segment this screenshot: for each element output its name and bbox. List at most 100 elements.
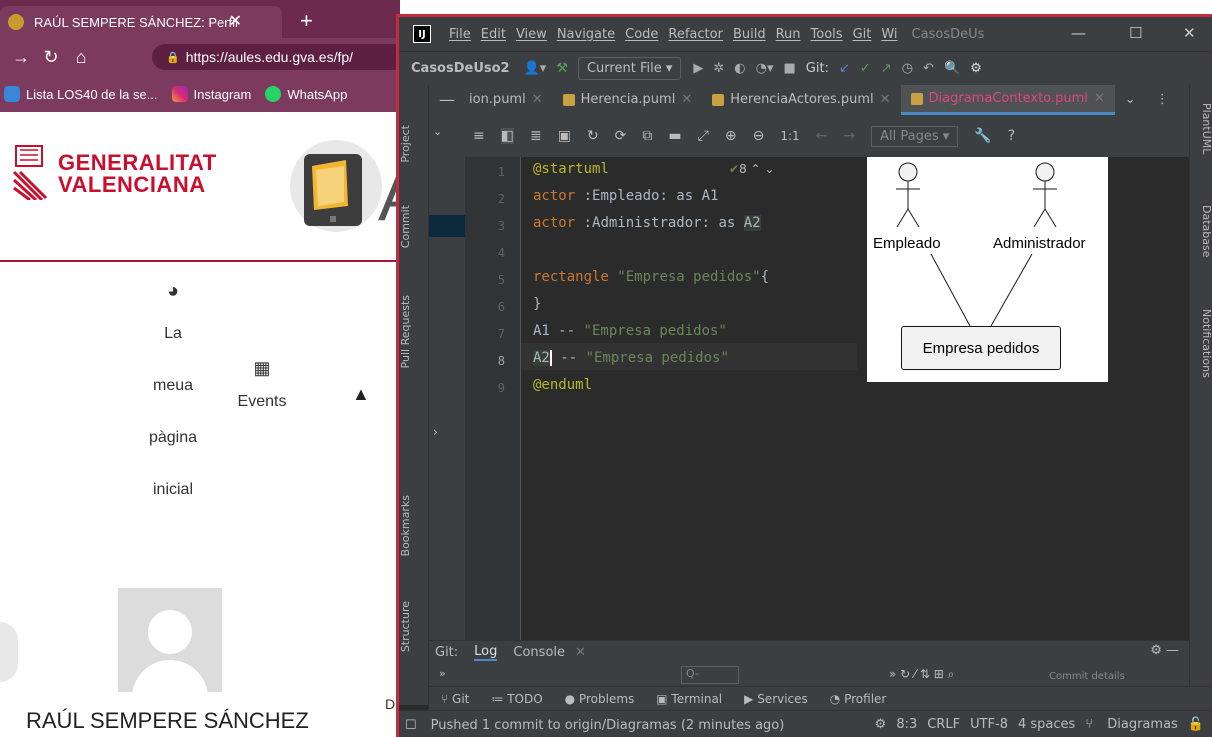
run-icon[interactable]: ▶ <box>693 61 703 76</box>
code-editor[interactable]: @startuml actor :Empleado: as A1 actor :… <box>521 157 857 640</box>
tab-close-icon[interactable]: ✕ <box>880 85 891 115</box>
console-close-icon[interactable]: ✕ <box>575 645 586 660</box>
zoom-in-icon[interactable]: ⊕ <box>725 128 737 144</box>
tool-window-structure[interactable]: Structure <box>399 601 429 652</box>
menu-window[interactable]: Wi <box>881 27 897 42</box>
forward-icon[interactable]: → <box>6 47 36 68</box>
tab-ion-puml[interactable]: ion.puml ✕ <box>459 85 553 115</box>
bookmark-item[interactable]: Lista LOS40 de la se... <box>4 86 158 102</box>
tab-more-icon[interactable]: ⋮ <box>1146 85 1179 115</box>
tool-tab-services[interactable]: ▶ Services <box>744 692 808 706</box>
project-breadcrumb[interactable]: CasosDeUso2 <box>411 61 510 76</box>
coverage-icon[interactable]: ◐ <box>734 61 745 76</box>
bookmark-item[interactable]: WhatsApp <box>265 86 347 102</box>
git-push-icon[interactable]: ↗ <box>881 61 892 76</box>
generalitat-logo[interactable]: GENERALITAT VALENCIANA <box>12 140 217 202</box>
expand-double-chevron-icon[interactable]: » <box>439 667 446 680</box>
menu-refactor[interactable]: Refactor <box>668 27 723 42</box>
tool-window-bookmarks[interactable]: Bookmarks <box>399 495 429 556</box>
indent-setting[interactable]: 4 spaces <box>1018 717 1075 732</box>
menu-navigate[interactable]: Navigate <box>557 27 615 42</box>
stop-icon[interactable]: ■ <box>784 61 796 76</box>
close-tab-icon[interactable]: ✕ <box>229 11 242 31</box>
inspection-widget[interactable]: ✔8 ⌃ ⌄ <box>729 162 774 176</box>
pages-select[interactable]: All Pages ▾ <box>871 125 959 147</box>
tab-close-icon[interactable]: ✕ <box>532 85 543 115</box>
tab-console[interactable]: Console <box>513 645 565 660</box>
tool-window-commit[interactable]: Commit <box>399 205 429 248</box>
tool-tab-git[interactable]: ⑂ Git <box>441 692 469 706</box>
menu-view[interactable]: View <box>516 27 547 42</box>
profile-icon[interactable]: ◔▾ <box>756 61 774 76</box>
next-page-icon[interactable]: → <box>843 128 855 144</box>
file-encoding[interactable]: UTF-8 <box>970 717 1008 732</box>
tool-tab-terminal[interactable]: ▣ Terminal <box>656 692 722 706</box>
aules-logo[interactable] <box>286 136 386 236</box>
copy-icon[interactable]: ⧉ <box>642 128 652 144</box>
menu-build[interactable]: Build <box>733 27 766 42</box>
git-branch[interactable]: ⑂ Diagramas <box>1085 717 1178 732</box>
expand-chevron-icon[interactable]: ⌄ <box>433 125 442 138</box>
tool-tab-problems[interactable]: ● Problems <box>565 692 635 706</box>
menu-run[interactable]: Run <box>776 27 801 42</box>
tool-window-database[interactable]: Database <box>1190 205 1212 258</box>
close-window-icon[interactable]: ✕ <box>1183 24 1196 42</box>
build-hammer-icon[interactable]: ⚒ <box>556 61 568 76</box>
search-everywhere-icon[interactable]: 🔍 <box>944 61 960 76</box>
settings-gear-icon[interactable]: ⚙ <box>970 61 982 76</box>
tab-herencia-puml[interactable]: Herencia.puml ✕ <box>553 85 703 115</box>
menu-file[interactable]: File <box>449 27 471 42</box>
layout-split-icon[interactable]: ◧ <box>500 128 514 144</box>
git-rollback-icon[interactable]: ↶ <box>923 61 934 76</box>
maximize-icon[interactable]: ☐ <box>1129 24 1142 42</box>
tool-tab-todo[interactable]: ≔ TODO <box>491 692 542 706</box>
layout-editor-only-icon[interactable]: ≡ <box>473 128 485 144</box>
address-bar[interactable]: 🔒 https://aules.edu.gva.es/fp/ <box>152 44 412 70</box>
new-tab-icon[interactable]: + <box>300 8 313 34</box>
git-update-icon[interactable]: ↙ <box>839 61 850 76</box>
notifications-bell-icon[interactable]: ▲ <box>352 384 370 405</box>
minimize-icon[interactable]: — <box>1071 24 1086 42</box>
tab-close-icon[interactable]: ✕ <box>681 85 692 115</box>
zoom-out-icon[interactable]: ⊖ <box>753 128 765 144</box>
reload-icon[interactable]: ⟳ <box>615 128 627 144</box>
menu-edit[interactable]: Edit <box>481 27 506 42</box>
user-icon[interactable]: 👤▾ <box>524 61 547 76</box>
layout-preview-icon[interactable]: ≣ <box>530 128 542 144</box>
bookmark-item[interactable]: Instagram <box>171 86 251 102</box>
tab-diagrama-contexto-puml[interactable]: DiagramaContexto.puml ✕ <box>900 85 1115 115</box>
zoom-actual-size[interactable]: 1:1 <box>780 129 799 143</box>
tab-herencia-actores-puml[interactable]: HerenciaActores.puml ✕ <box>702 85 900 115</box>
lock-status-icon[interactable]: 🔓 <box>1188 717 1204 732</box>
tab-list-chevron-icon[interactable]: ⌄ <box>1115 85 1146 115</box>
run-config-select[interactable]: Current File ▾ <box>577 57 682 80</box>
menu-git[interactable]: Git <box>853 27 872 42</box>
debug-icon[interactable]: ✲ <box>713 61 724 76</box>
expand-arrow-icon[interactable]: › <box>433 425 438 439</box>
git-commit-icon[interactable]: ✓ <box>860 61 871 76</box>
line-separator[interactable]: CRLF <box>927 717 960 732</box>
collapse-icon[interactable]: — <box>429 85 459 115</box>
tool-window-notifications[interactable]: Notifications <box>1190 309 1212 378</box>
caret-position[interactable]: 8:3 <box>896 717 917 732</box>
menu-tools[interactable]: Tools <box>811 27 843 42</box>
log-toolbar-icons[interactable]: » ↻ ⁄ ⇅ ⊞ ⌕ <box>889 667 954 682</box>
tool-window-project[interactable]: Project <box>399 125 429 163</box>
tool-window-pull-requests[interactable]: Pull Requests <box>399 295 429 368</box>
git-history-icon[interactable]: ◷ <box>902 61 913 76</box>
menu-code[interactable]: Code <box>625 27 658 42</box>
reload-icon[interactable]: ↻ <box>36 47 66 68</box>
open-external-icon[interactable]: ⤢ <box>698 128 709 144</box>
browser-tab[interactable]: RAÚL SEMPERE SÁNCHEZ: Perfil ✕ <box>0 6 282 38</box>
tab-log[interactable]: Log <box>474 644 498 661</box>
home-icon[interactable]: ⌂ <box>66 47 96 68</box>
tool-tab-profiler[interactable]: ◔ Profiler <box>830 692 887 706</box>
save-icon[interactable]: ▬ <box>668 128 681 144</box>
image-icon[interactable]: ▣ <box>558 128 571 144</box>
tool-window-plantuml[interactable]: PlantUML <box>1190 103 1212 154</box>
avatar[interactable] <box>118 588 222 692</box>
nav-home[interactable]: ◕ La meua pàgina inicial <box>140 280 206 516</box>
status-message[interactable]: Pushed 1 commit to origin/Diagramas (2 m… <box>431 718 785 733</box>
help-icon[interactable]: ? <box>1008 128 1015 144</box>
refresh-icon[interactable]: ↻ <box>587 128 599 144</box>
